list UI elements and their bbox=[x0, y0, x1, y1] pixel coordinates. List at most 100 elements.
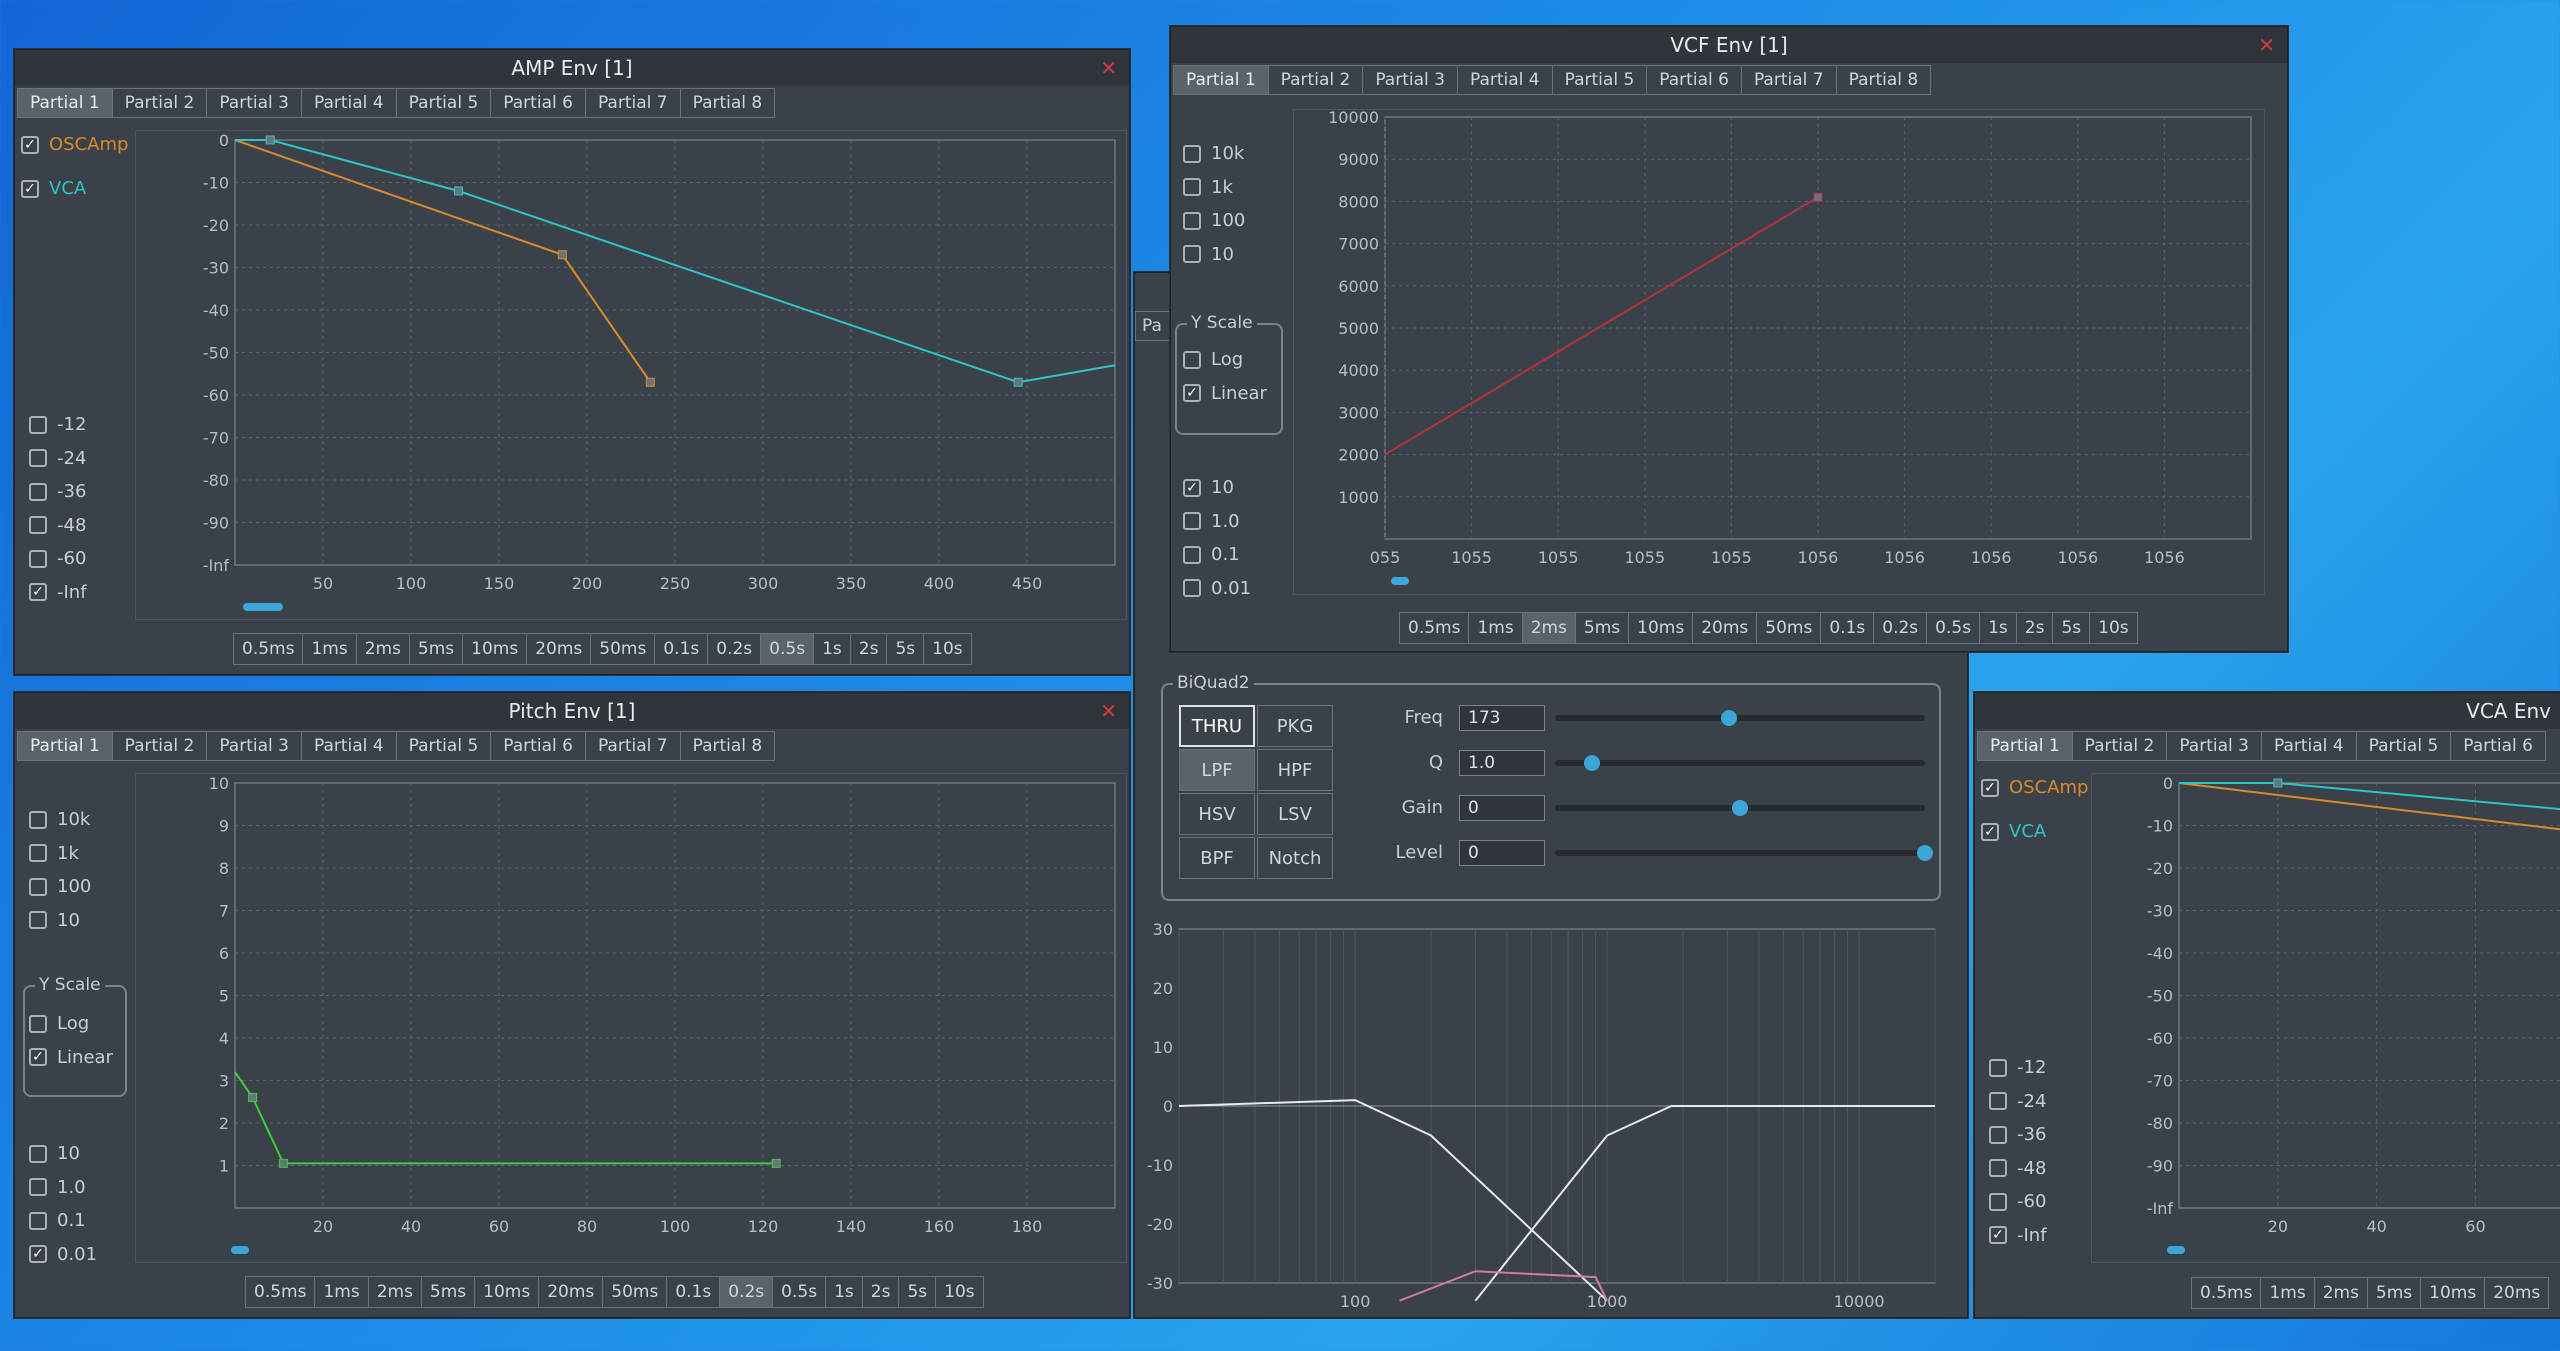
amp-db-checkbox-0[interactable]: -12 bbox=[29, 414, 86, 435]
time-button-0_1s[interactable]: 0.1s bbox=[1820, 612, 1874, 644]
time-button-0_5ms[interactable]: 0.5ms bbox=[233, 633, 303, 665]
pitch-range-checkbox-1[interactable]: 1k bbox=[29, 843, 79, 864]
tab-partial-3[interactable]: Partial 3 bbox=[206, 88, 301, 118]
tab-partial-4[interactable]: Partial 4 bbox=[300, 88, 396, 118]
time-button-0_5ms[interactable]: 0.5ms bbox=[245, 1276, 315, 1308]
tab-partial-8[interactable]: Partial 8 bbox=[679, 88, 776, 118]
filter-button-notch[interactable]: Notch bbox=[1257, 837, 1333, 879]
time-button-10ms[interactable]: 10ms bbox=[1628, 612, 1693, 644]
time-button-2ms[interactable]: 2ms bbox=[1521, 612, 1575, 644]
vca-env-chart[interactable]: 0-10-20-30-40-50-60-70-80-90-Inf20406080 bbox=[2091, 773, 2560, 1303]
tab-partial-4[interactable]: Partial 4 bbox=[300, 731, 396, 761]
time-button-5s[interactable]: 5s bbox=[2052, 612, 2090, 644]
time-button-1s[interactable]: 1s bbox=[1979, 612, 2016, 644]
time-button-0_2s[interactable]: 0.2s bbox=[719, 1276, 773, 1308]
vca-db-checkbox-0[interactable]: -12 bbox=[1989, 1057, 2046, 1078]
vca-db-checkbox-4[interactable]: -60 bbox=[1989, 1191, 2046, 1212]
time-button-0_2s[interactable]: 0.2s bbox=[707, 633, 761, 665]
time-button-0_2s[interactable]: 0.2s bbox=[1873, 612, 1927, 644]
vcf-res-checkbox-1[interactable]: 1.0 bbox=[1183, 511, 1240, 532]
amp-legend-checkbox-1[interactable]: ✓ VCA bbox=[21, 178, 86, 199]
slider-knob[interactable] bbox=[1584, 755, 1600, 771]
tab-partial-5[interactable]: Partial 5 bbox=[2355, 731, 2451, 761]
vcf-range-checkbox-3[interactable]: 10 bbox=[1183, 244, 1234, 265]
tab-partial-1[interactable]: Partial 1 bbox=[17, 88, 112, 118]
time-button-0_1s[interactable]: 0.1s bbox=[654, 633, 708, 665]
time-button-2ms[interactable]: 2ms bbox=[2313, 1277, 2367, 1309]
amp-db-checkbox-4[interactable]: -60 bbox=[29, 548, 86, 569]
vcf-res-checkbox-0[interactable]: ✓ 10 bbox=[1183, 477, 1234, 498]
time-button-2ms[interactable]: 2ms bbox=[355, 633, 409, 665]
time-button-1ms[interactable]: 1ms bbox=[2260, 1277, 2314, 1309]
close-icon[interactable]: ✕ bbox=[2258, 33, 2275, 57]
time-button-1ms[interactable]: 1ms bbox=[1468, 612, 1522, 644]
time-button-20ms[interactable]: 20ms bbox=[2484, 1277, 2550, 1309]
pitch-range-checkbox-2[interactable]: 100 bbox=[29, 876, 91, 897]
param-slider-freq[interactable] bbox=[1555, 715, 1925, 721]
tab-partial-5[interactable]: Partial 5 bbox=[395, 731, 491, 761]
vca-db-checkbox-2[interactable]: -36 bbox=[1989, 1124, 2046, 1145]
amp-db-checkbox-1[interactable]: -24 bbox=[29, 448, 86, 469]
time-button-5s[interactable]: 5s bbox=[886, 633, 924, 665]
time-button-50ms[interactable]: 50ms bbox=[602, 1276, 667, 1308]
vca-db-checkbox-3[interactable]: -48 bbox=[1989, 1158, 2046, 1179]
pitch-env-titlebar[interactable]: Pitch Env [1] ✕ bbox=[15, 693, 1129, 729]
time-button-5ms[interactable]: 5ms bbox=[420, 1276, 475, 1308]
filter-button-lpf[interactable]: LPF bbox=[1179, 749, 1255, 791]
time-button-2s[interactable]: 2s bbox=[2015, 612, 2053, 644]
filter-button-hsv[interactable]: HSV bbox=[1179, 793, 1255, 835]
param-input-level[interactable]: 0 bbox=[1459, 840, 1545, 866]
amp-env-titlebar[interactable]: AMP Env [1] ✕ bbox=[15, 50, 1129, 86]
time-button-5ms[interactable]: 5ms bbox=[1574, 612, 1629, 644]
tab-partial-6[interactable]: Partial 6 bbox=[1646, 65, 1741, 95]
filter-button-pkg[interactable]: PKG bbox=[1257, 705, 1333, 747]
time-button-10s[interactable]: 10s bbox=[2089, 612, 2138, 644]
tab-partial-5[interactable]: Partial 5 bbox=[395, 88, 491, 118]
time-button-2ms[interactable]: 2ms bbox=[367, 1276, 421, 1308]
time-button-0_5s[interactable]: 0.5s bbox=[772, 1276, 826, 1308]
tab-partial-4[interactable]: Partial 4 bbox=[1456, 65, 1552, 95]
amp-db-checkbox-5[interactable]: ✓ -Inf bbox=[29, 582, 87, 603]
vcf-yscale-checkbox-0[interactable]: Log bbox=[1183, 349, 1243, 370]
pitch-yscale-checkbox-0[interactable]: Log bbox=[29, 1013, 89, 1034]
vca-db-checkbox-5[interactable]: ✓ -Inf bbox=[1989, 1225, 2047, 1246]
tab-partial-1[interactable]: Partial 1 bbox=[17, 731, 112, 761]
time-button-50ms[interactable]: 50ms bbox=[590, 633, 655, 665]
param-input-q[interactable]: 1.0 bbox=[1459, 750, 1545, 776]
tab-partial-2[interactable]: Partial 2 bbox=[111, 88, 207, 118]
pitch-res-checkbox-2[interactable]: 0.1 bbox=[29, 1210, 86, 1231]
filter-button-hpf[interactable]: HPF bbox=[1257, 749, 1333, 791]
tab-partial-6[interactable]: Partial 6 bbox=[490, 88, 585, 118]
tab-partial-3[interactable]: Partial 3 bbox=[1362, 65, 1457, 95]
vca-legend-checkbox-1[interactable]: ✓ VCA bbox=[1981, 821, 2046, 842]
time-button-0_5ms[interactable]: 0.5ms bbox=[1399, 612, 1469, 644]
filter-button-lsv[interactable]: LSV bbox=[1257, 793, 1333, 835]
time-button-2s[interactable]: 2s bbox=[861, 1276, 899, 1308]
tab-partial-8[interactable]: Partial 8 bbox=[679, 731, 776, 761]
time-button-1s[interactable]: 1s bbox=[813, 633, 850, 665]
tab-partial-4[interactable]: Partial 4 bbox=[2260, 731, 2356, 761]
time-button-20ms[interactable]: 20ms bbox=[538, 1276, 603, 1308]
tab-partial-5[interactable]: Partial 5 bbox=[1551, 65, 1647, 95]
time-button-10ms[interactable]: 10ms bbox=[462, 633, 527, 665]
amp-db-checkbox-2[interactable]: -36 bbox=[29, 481, 86, 502]
param-input-gain[interactable]: 0 bbox=[1459, 795, 1545, 821]
amp-db-checkbox-3[interactable]: -48 bbox=[29, 515, 86, 536]
time-button-0_1s[interactable]: 0.1s bbox=[666, 1276, 720, 1308]
pitch-res-checkbox-1[interactable]: 1.0 bbox=[29, 1177, 86, 1198]
time-button-5s[interactable]: 5s bbox=[898, 1276, 936, 1308]
param-slider-level[interactable] bbox=[1555, 850, 1925, 856]
amp-legend-checkbox-0[interactable]: ✓ OSCAmp bbox=[21, 134, 128, 155]
slider-knob[interactable] bbox=[1732, 800, 1748, 816]
tab-partial-1[interactable]: Partial 1 bbox=[1173, 65, 1268, 95]
close-icon[interactable]: ✕ bbox=[1100, 56, 1117, 80]
time-button-0_5ms[interactable]: 0.5ms bbox=[2191, 1277, 2261, 1309]
vcf-env-chart[interactable]: 1000 2000 3000 4000 5000 6000 7000 8000 9000 1000… bbox=[1293, 109, 2263, 637]
slider-knob[interactable] bbox=[1720, 710, 1737, 726]
time-button-1s[interactable]: 1s bbox=[825, 1276, 862, 1308]
tab-partial-7[interactable]: Partial 7 bbox=[584, 88, 680, 118]
time-button-10s[interactable]: 10s bbox=[923, 633, 972, 665]
time-button-1ms[interactable]: 1ms bbox=[314, 1276, 368, 1308]
tab-partial-7[interactable]: Partial 7 bbox=[1740, 65, 1836, 95]
time-button-5ms[interactable]: 5ms bbox=[2366, 1277, 2421, 1309]
